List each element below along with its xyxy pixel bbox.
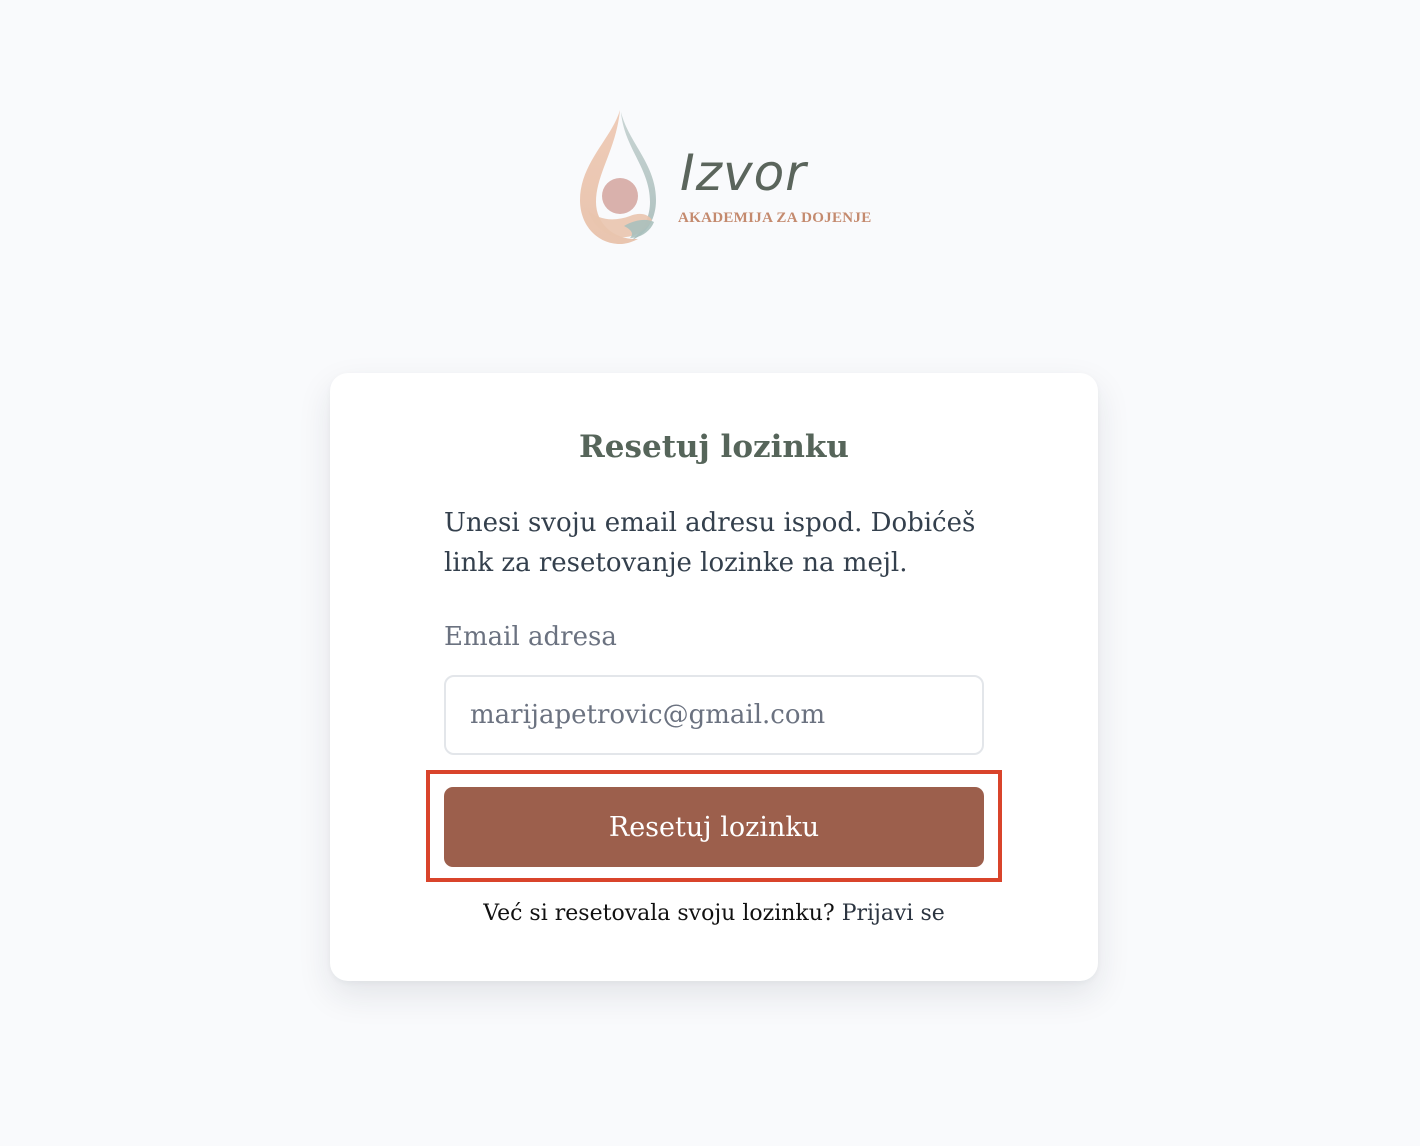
reset-instructions: Unesi svoju email adresu ispod. Dobićeš …	[444, 508, 976, 578]
email-input[interactable]	[444, 675, 984, 755]
login-prompt-text: Već si resetovala svoju lozinku?	[483, 901, 835, 926]
logo-wordmark: Izvor	[680, 144, 807, 202]
water-drop-logo-icon	[580, 110, 656, 244]
page: Izvor AKADEMIJA ZA DOJENJE Resetuj lozin…	[0, 0, 1420, 1146]
logo-tagline: AKADEMIJA ZA DOJENJE	[678, 210, 872, 226]
email-label: Email adresa	[444, 622, 617, 652]
izvor-logo: Izvor AKADEMIJA ZA DOJENJE	[574, 108, 874, 248]
login-prompt: Već si resetovala svoju lozinku? Prijavi…	[330, 899, 1098, 929]
reset-password-button[interactable]: Resetuj lozinku	[444, 787, 984, 867]
login-link[interactable]: Prijavi se	[842, 901, 945, 926]
reset-password-card: Resetuj lozinku Unesi svoju email adresu…	[330, 373, 1098, 981]
card-title: Resetuj lozinku	[579, 429, 849, 465]
